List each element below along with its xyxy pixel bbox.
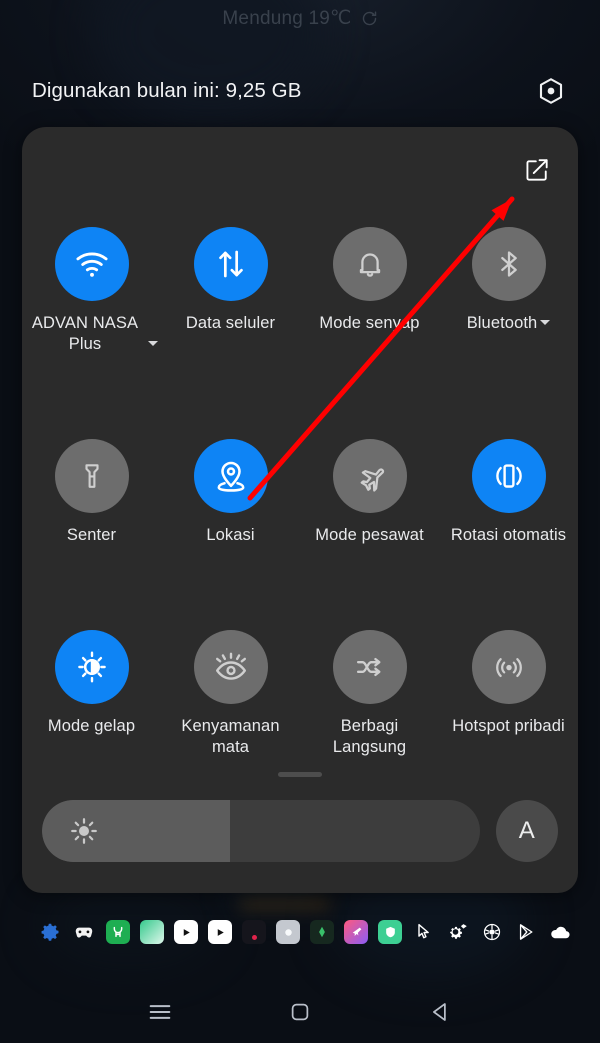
tile-wifi[interactable]: ADVAN NASA Plus <box>22 227 161 355</box>
tile-bluetooth[interactable]: Bluetooth <box>439 227 578 355</box>
back-button[interactable] <box>420 992 460 1032</box>
tile-label: Mode pesawat <box>315 526 424 544</box>
android-quick-settings-screen: Mendung 19℃ Digunakan bulan ini: 9,25 GB <box>0 0 600 1043</box>
data-usage-text: Digunakan bulan ini: 9,25 GB <box>32 79 302 102</box>
flashlight-icon[interactable] <box>54 439 129 513</box>
wallpaper-accent <box>240 898 330 910</box>
recents-button[interactable] <box>140 992 180 1032</box>
app-dock <box>0 914 600 950</box>
drag-handle[interactable] <box>278 772 322 777</box>
web-circle-app-icon[interactable] <box>480 920 504 944</box>
tile-dark-mode[interactable]: Mode gelap <box>22 630 161 758</box>
tile-direct-share[interactable]: Berbagi Langsung <box>300 630 439 758</box>
chevron-down-icon[interactable] <box>540 320 551 325</box>
eye-comfort-icon[interactable] <box>193 630 268 704</box>
dark-mode-icon[interactable] <box>54 630 129 704</box>
cursor-app-icon[interactable] <box>412 920 436 944</box>
home-button[interactable] <box>280 992 320 1032</box>
game-controller-app-icon[interactable] <box>72 920 96 944</box>
youtube-app-icon[interactable] <box>174 920 198 944</box>
youtube-music-app-icon[interactable] <box>208 920 232 944</box>
rotate-phone-icon[interactable] <box>471 439 546 513</box>
quick-settings-panel: ADVAN NASA Plus Data seluler Mode senyap… <box>22 127 578 893</box>
tile-label: Bluetooth <box>467 313 551 334</box>
shopping-bag-app-icon[interactable] <box>106 920 130 944</box>
bluetooth-icon[interactable] <box>471 227 546 301</box>
tile-label: Mode gelap <box>47 717 136 735</box>
grid-row-spacer <box>22 546 578 630</box>
hotspot-icon[interactable] <box>471 630 546 704</box>
quick-settings-tile-grid: ADVAN NASA Plus Data seluler Mode senyap… <box>22 227 578 758</box>
tile-label: Data seluler <box>185 314 276 332</box>
brightness-control: A <box>42 799 558 863</box>
location-pin-icon[interactable] <box>193 439 268 513</box>
tile-silent-mode[interactable]: Mode senyap <box>300 227 439 355</box>
tile-auto-rotate[interactable]: Rotasi otomatis <box>439 439 578 546</box>
hexagon-gear-icon[interactable] <box>534 74 568 108</box>
cloud-app-icon[interactable] <box>548 920 572 944</box>
pink-gradient-app-icon[interactable] <box>344 920 368 944</box>
tile-flashlight[interactable]: Senter <box>22 439 161 546</box>
silver-disc-app-icon[interactable] <box>276 920 300 944</box>
data-arrows-icon[interactable] <box>193 227 268 301</box>
data-usage-header: Digunakan bulan ini: 9,25 GB <box>0 66 600 116</box>
tile-eye-comfort[interactable]: Kenyamanan mata <box>161 630 300 758</box>
tile-label: Hotspot pribadi <box>452 717 565 735</box>
compass-app-icon[interactable] <box>310 920 334 944</box>
shield-app-icon[interactable] <box>378 920 402 944</box>
tile-location[interactable]: Lokasi <box>161 439 300 546</box>
brightness-sun-icon <box>69 816 99 846</box>
grid-row-spacer <box>22 355 578 439</box>
tile-airplane-mode[interactable]: Mode pesawat <box>300 439 439 546</box>
airplane-icon[interactable] <box>332 439 407 513</box>
bell-icon[interactable] <box>332 227 407 301</box>
tile-hotspot[interactable]: Hotspot pribadi <box>439 630 578 758</box>
brightness-slider[interactable] <box>42 800 480 862</box>
tile-label: Senter <box>66 526 117 544</box>
tile-label: ADVAN NASA Plus <box>30 313 158 355</box>
auto-brightness-button[interactable]: A <box>496 800 558 862</box>
settings-app-icon[interactable] <box>38 920 62 944</box>
weather-text: Mendung 19℃ <box>222 7 352 29</box>
gear-diamond-app-icon[interactable] <box>446 920 470 944</box>
tile-label: Kenyamanan mata <box>181 717 280 756</box>
dark-app-icon[interactable] <box>242 920 266 944</box>
play-store-app-icon[interactable] <box>514 920 538 944</box>
tile-label: Rotasi otomatis <box>450 526 567 544</box>
tile-label: Lokasi <box>206 526 255 544</box>
tile-label: Berbagi Langsung <box>332 717 407 756</box>
weather-widget[interactable]: Mendung 19℃ <box>0 0 600 36</box>
direct-share-icon[interactable] <box>332 630 407 704</box>
wifi-icon[interactable] <box>54 227 129 301</box>
refresh-icon[interactable] <box>361 10 378 27</box>
green-square-app-icon[interactable] <box>140 920 164 944</box>
navigation-bar <box>0 981 600 1043</box>
tile-label: Mode senyap <box>319 314 420 332</box>
tile-mobile-data[interactable]: Data seluler <box>161 227 300 355</box>
chevron-down-icon[interactable] <box>147 341 158 346</box>
auto-brightness-label: A <box>518 817 536 844</box>
edit-square-icon[interactable] <box>522 155 552 185</box>
